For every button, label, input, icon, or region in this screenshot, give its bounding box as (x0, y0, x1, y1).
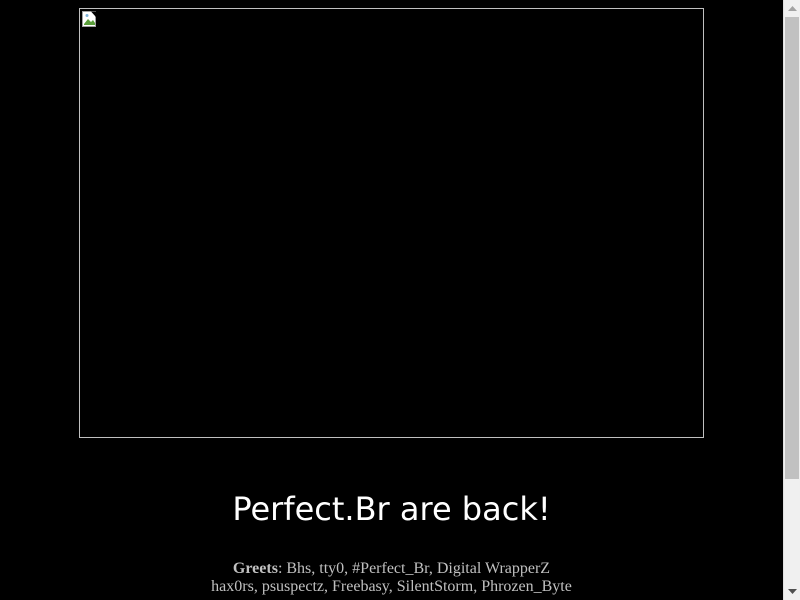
greets-label: Greets (232, 560, 278, 577)
scroll-down-arrow-icon (787, 589, 797, 594)
vertical-scrollbar[interactable] (783, 0, 800, 600)
scroll-down-button[interactable] (784, 583, 800, 600)
scrollbar-thumb[interactable] (785, 17, 799, 479)
scroll-up-arrow-icon (787, 6, 797, 11)
greets-text: Greets: Bhs, tty0, #Perfect_Br, Digital … (0, 560, 783, 596)
greets-line-1: Greets: Bhs, tty0, #Perfect_Br, Digital … (0, 560, 783, 578)
greets-names-1: : Bhs, tty0, #Perfect_Br, Digital Wrappe… (277, 560, 551, 577)
greets-line-2: hax0rs, psuspectz, Freebasy, SilentStorm… (211, 578, 572, 595)
scroll-up-button[interactable] (784, 0, 800, 17)
page-headline: Perfect.Br are back! (232, 490, 551, 528)
broken-image-icon (82, 11, 96, 27)
page-viewport: Perfect.Br are back! Greets: Bhs, tty0, … (0, 0, 783, 600)
main-banner-image (79, 8, 704, 438)
